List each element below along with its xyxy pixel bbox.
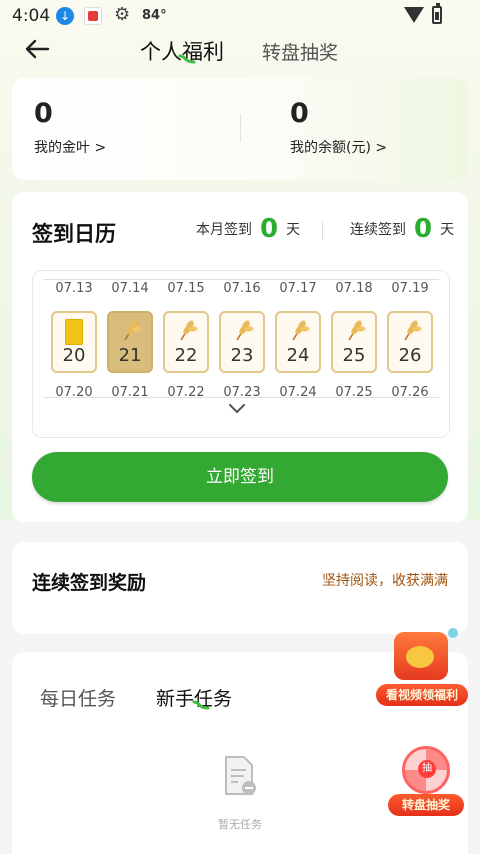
gold-bar-icon [65, 319, 83, 345]
wheat-icon [404, 320, 422, 341]
calendar-days-panel: 07.13 07.14 07.15 07.16 07.17 07.18 07.1… [32, 270, 450, 438]
calendar-day[interactable]: 25 [331, 311, 377, 373]
day-number: 21 [118, 345, 142, 366]
streak-sign-in-stat: 连续签到 0 天 [350, 214, 454, 244]
active-tab-indicator [192, 700, 210, 710]
prev-week-date: 07.17 [279, 281, 317, 296]
prev-week-date: 07.13 [55, 281, 93, 296]
sparkle-icon [448, 628, 458, 638]
cash-balance[interactable]: 0 我的余额(元) > [290, 98, 387, 157]
wheat-icon [180, 320, 198, 341]
video-reward-label: 看视频领福利 [376, 684, 468, 706]
video-reward-floating-button[interactable]: 看视频领福利 [376, 624, 468, 710]
day-date: 07.25 [335, 385, 373, 400]
streak-label: 连续签到 [350, 222, 406, 238]
calendar-day[interactable]: 23 [219, 311, 265, 373]
prev-week-date: 07.19 [391, 281, 429, 296]
day-date: 07.20 [55, 385, 93, 400]
status-time: 4:04 [12, 6, 51, 26]
streak-unit: 天 [440, 222, 455, 238]
wheat-icon [292, 320, 310, 341]
wheat-icon [236, 320, 254, 341]
chevron-down-icon[interactable] [227, 401, 247, 415]
day-date: 07.23 [223, 385, 261, 400]
wheat-icon [348, 320, 366, 341]
assets-card: 0 我的金叶 > 0 我的余额(元) > [12, 78, 468, 180]
tab-daily-tasks[interactable]: 每日任务 [40, 684, 116, 711]
day-number: 25 [342, 345, 366, 366]
back-button[interactable] [22, 34, 52, 64]
day-number: 22 [174, 345, 198, 366]
gold-leaf-balance[interactable]: 0 我的金叶 > [34, 98, 106, 157]
day-number: 24 [286, 345, 310, 366]
wheat-icon [124, 320, 142, 341]
status-bar: 4:04 ↓ ⚙ 84° [0, 0, 480, 32]
cash-value: 0 [290, 98, 309, 129]
day-number: 26 [398, 345, 422, 366]
lucky-wheel-floating-button[interactable]: 抽 转盘抽奖 [388, 740, 464, 820]
calendar-day[interactable]: 24 [275, 311, 321, 373]
battery-icon [432, 3, 442, 24]
tab-newbie-tasks[interactable]: 新手任务 [156, 684, 232, 711]
day-number: 23 [230, 345, 254, 366]
calendar-day[interactable]: 26 [387, 311, 433, 373]
prev-week-date: 07.15 [167, 281, 205, 296]
tab-lucky-wheel[interactable]: 转盘抽奖 [262, 38, 338, 65]
coin-icon [406, 646, 434, 668]
gold-leaf-value: 0 [34, 98, 53, 129]
sign-in-button[interactable]: 立即签到 [32, 452, 448, 502]
settings-icon: ⚙ [114, 4, 131, 25]
lucky-wheel-label: 转盘抽奖 [388, 794, 464, 816]
prev-week-date: 07.16 [223, 281, 261, 296]
day-date: 07.26 [391, 385, 429, 400]
day-date: 07.24 [279, 385, 317, 400]
status-temperature: 84° [142, 8, 167, 23]
day-date: 07.22 [167, 385, 205, 400]
divider [322, 222, 323, 240]
monthly-sign-in-stat: 本月签到 0 天 [196, 214, 300, 244]
prev-week-date: 07.14 [111, 281, 149, 296]
monthly-unit: 天 [286, 222, 301, 238]
app-notification-icon [84, 7, 102, 25]
wifi-icon [404, 7, 424, 23]
streak-rewards-hint: 坚持阅读，收获满满 [322, 573, 448, 589]
monthly-count: 0 [260, 214, 279, 244]
divider [43, 279, 439, 280]
sign-in-calendar-card: 签到日历 本月签到 0 天 连续签到 0 天 07.13 07.14 07.15… [12, 192, 468, 522]
prev-week-date: 07.18 [335, 281, 373, 296]
streak-rewards-card: 连续签到奖励 坚持阅读，收获满满 [12, 542, 468, 634]
tab-personal-welfare[interactable]: 个人福利 [140, 36, 224, 66]
streak-count: 0 [414, 214, 433, 244]
empty-document-icon [225, 756, 256, 795]
monthly-label: 本月签到 [196, 222, 252, 238]
streak-rewards-title: 连续签到奖励 [32, 572, 147, 594]
calendar-day[interactable]: 22 [163, 311, 209, 373]
day-number: 20 [62, 345, 86, 366]
calendar-title: 签到日历 [32, 222, 116, 246]
day-date: 07.21 [111, 385, 149, 400]
calendar-day-reward-gold-bar[interactable]: 20 [51, 311, 97, 373]
wheel-hub: 抽 [418, 760, 436, 778]
divider [240, 114, 241, 142]
cash-label: 我的余额(元) > [290, 140, 388, 156]
arrow-left-icon [25, 39, 50, 59]
active-tab-indicator [178, 54, 196, 64]
download-icon: ↓ [56, 7, 74, 25]
gold-leaf-label: 我的金叶 > [34, 140, 107, 156]
calendar-day-today[interactable]: 21 [107, 311, 153, 373]
